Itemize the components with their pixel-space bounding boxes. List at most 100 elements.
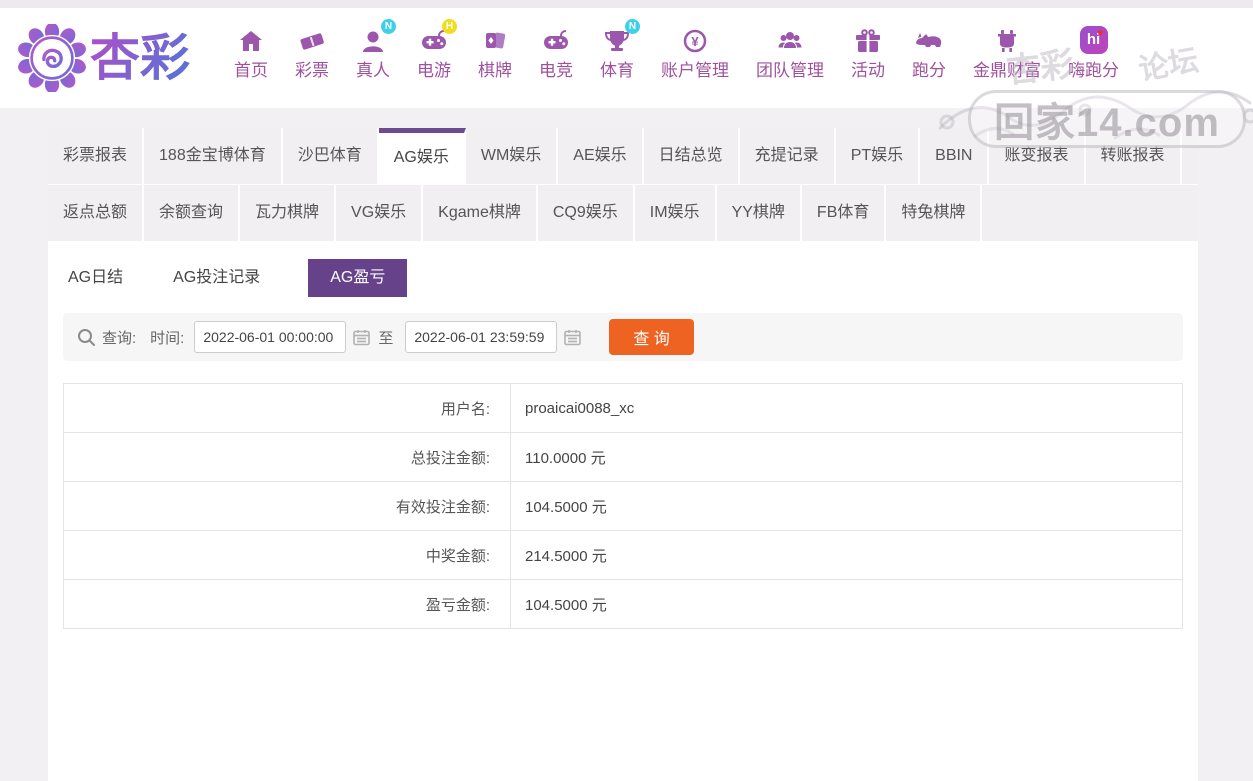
tab-daily-summary[interactable]: 日结总览 bbox=[644, 128, 740, 184]
nav-lottery[interactable]: 彩票 bbox=[295, 24, 329, 81]
team-icon bbox=[776, 24, 804, 54]
home-icon bbox=[237, 24, 265, 54]
tab-rebate-total[interactable]: 返点总额 bbox=[48, 185, 144, 241]
tab-ae-entertainment[interactable]: AE娱乐 bbox=[558, 128, 643, 184]
content-panel: AG日结 AG投注记录 AG盈亏 查询: 时间: bbox=[48, 241, 1198, 781]
subtab-ag-daily[interactable]: AG日结 bbox=[66, 259, 125, 297]
gamepad-icon: H bbox=[420, 24, 448, 54]
winning-amount-value: 214.5000 元 bbox=[511, 531, 1183, 580]
table-row: 用户名: proaicai0088_xc bbox=[64, 384, 1183, 433]
nav-jinding-wealth-label: 金鼎财富 bbox=[973, 56, 1041, 81]
tab-pt-entertainment[interactable]: PT娱乐 bbox=[836, 128, 920, 184]
tab-balance-query[interactable]: 余额查询 bbox=[144, 185, 240, 241]
nav-hipaofen[interactable]: hi 嗨跑分 bbox=[1068, 24, 1119, 81]
nav-account-management[interactable]: ¥ 账户管理 bbox=[661, 24, 729, 81]
tab-im-entertainment[interactable]: IM娱乐 bbox=[635, 185, 717, 241]
svg-text:¥: ¥ bbox=[691, 34, 699, 49]
date-to-input[interactable] bbox=[405, 321, 557, 353]
tab-deposit-withdraw-records[interactable]: 充提记录 bbox=[740, 128, 836, 184]
site-logo[interactable]: 杏彩 bbox=[18, 24, 212, 92]
username-value: proaicai0088_xc bbox=[511, 384, 1183, 433]
header: 杏彩 首页 彩票 bbox=[0, 8, 1253, 108]
cards-icon bbox=[481, 24, 509, 54]
nav-jinding-wealth[interactable]: 金鼎财富 bbox=[973, 24, 1041, 81]
table-row: 总投注金额: 110.0000 元 bbox=[64, 433, 1183, 482]
valid-bet-amount-value: 104.5000 元 bbox=[511, 482, 1183, 531]
tab-cq9-entertainment[interactable]: CQ9娱乐 bbox=[538, 185, 635, 241]
subtab-ag-bet-records[interactable]: AG投注记录 bbox=[171, 259, 262, 297]
tab-account-change-report[interactable]: 账变报表 bbox=[989, 128, 1085, 184]
profit-loss-amount-label: 盈亏金额: bbox=[64, 580, 511, 629]
nav-sports[interactable]: N 体育 bbox=[600, 24, 634, 81]
nav-paofen[interactable]: 跑分 bbox=[912, 24, 946, 81]
calendar-from-icon[interactable] bbox=[353, 329, 370, 346]
nav-sports-badge: N bbox=[625, 19, 640, 34]
report-tabs: 彩票报表 188金宝博体育 沙巴体育 AG娱乐 WM娱乐 AE娱乐 日结总览 充… bbox=[48, 128, 1198, 241]
nav-activity[interactable]: 活动 bbox=[851, 24, 885, 81]
query-button[interactable]: 查 询 bbox=[609, 319, 693, 355]
logo-flower-icon bbox=[18, 24, 86, 92]
tab-row-1: 彩票报表 188金宝博体育 沙巴体育 AG娱乐 WM娱乐 AE娱乐 日结总览 充… bbox=[48, 128, 1198, 185]
tab-saba-sports[interactable]: 沙巴体育 bbox=[283, 128, 379, 184]
hi-app-icon: hi bbox=[1080, 24, 1108, 54]
total-bet-amount-label: 总投注金额: bbox=[64, 433, 511, 482]
to-label: 至 bbox=[378, 327, 393, 348]
nav-home-label: 首页 bbox=[234, 56, 268, 81]
brand-text: 杏彩 bbox=[90, 29, 212, 87]
svg-text:杏彩: 杏彩 bbox=[90, 30, 190, 86]
tab-188jbb-sports[interactable]: 188金宝博体育 bbox=[144, 128, 283, 184]
nav-account-management-label: 账户管理 bbox=[661, 56, 729, 81]
top-strip bbox=[0, 0, 1253, 8]
tab-bbin[interactable]: BBIN bbox=[920, 128, 989, 184]
nav-home[interactable]: 首页 bbox=[234, 24, 268, 81]
tab-row-2: 返点总额 余额查询 瓦力棋牌 VG娱乐 Kgame棋牌 CQ9娱乐 IM娱乐 Y… bbox=[48, 185, 1198, 241]
nav-hipaofen-label: 嗨跑分 bbox=[1068, 56, 1119, 81]
tab-transfer-report[interactable]: 转账报表 bbox=[1086, 128, 1182, 184]
person-icon: N bbox=[359, 24, 387, 54]
nav-activity-label: 活动 bbox=[851, 56, 885, 81]
nav-egames-label: 电游 bbox=[417, 56, 451, 81]
gamepad-icon bbox=[542, 24, 570, 54]
nav-live[interactable]: N 真人 bbox=[356, 24, 390, 81]
profit-loss-amount-value: 104.5000 元 bbox=[511, 580, 1183, 629]
calendar-to-icon[interactable] bbox=[564, 329, 581, 346]
date-from-input[interactable] bbox=[194, 321, 346, 353]
search-bar: 查询: 时间: 至 bbox=[63, 313, 1183, 361]
tab-yy-chess[interactable]: YY棋牌 bbox=[717, 185, 802, 241]
nav-esports[interactable]: 电竞 bbox=[539, 24, 573, 81]
gift-icon bbox=[854, 24, 882, 54]
tab-ag-entertainment[interactable]: AG娱乐 bbox=[379, 128, 466, 184]
ticket-icon bbox=[298, 24, 326, 54]
red-dot bbox=[1098, 30, 1103, 35]
tab-tetu-chess[interactable]: 特兔棋牌 bbox=[886, 185, 982, 241]
coin-yen-icon: ¥ bbox=[681, 24, 709, 54]
nav-live-label: 真人 bbox=[356, 56, 390, 81]
nav-team-management-label: 团队管理 bbox=[756, 56, 824, 81]
table-row: 盈亏金额: 104.5000 元 bbox=[64, 580, 1183, 629]
nav-esports-label: 电竞 bbox=[539, 56, 573, 81]
rhino-icon bbox=[914, 24, 944, 54]
table-row: 有效投注金额: 104.5000 元 bbox=[64, 482, 1183, 531]
nav-chess-label: 棋牌 bbox=[478, 56, 512, 81]
trophy-icon: N bbox=[603, 24, 631, 54]
search-icon bbox=[77, 328, 96, 347]
nav-chess[interactable]: 棋牌 bbox=[478, 24, 512, 81]
ag-subtabs: AG日结 AG投注记录 AG盈亏 bbox=[48, 241, 1198, 297]
nav-team-management[interactable]: 团队管理 bbox=[756, 24, 824, 81]
tab-vg-entertainment[interactable]: VG娱乐 bbox=[336, 185, 423, 241]
tab-wali-chess[interactable]: 瓦力棋牌 bbox=[240, 185, 336, 241]
nav-sports-label: 体育 bbox=[600, 56, 634, 81]
page: 杏彩 首页 彩票 bbox=[0, 0, 1253, 781]
tab-fb-sports[interactable]: FB体育 bbox=[802, 185, 886, 241]
username-label: 用户名: bbox=[64, 384, 511, 433]
tab-kgame-chess[interactable]: Kgame棋牌 bbox=[423, 185, 538, 241]
tab-wm-entertainment[interactable]: WM娱乐 bbox=[466, 128, 558, 184]
query-label: 查询: bbox=[102, 327, 136, 348]
tab-lottery-report[interactable]: 彩票报表 bbox=[48, 128, 144, 184]
subtab-ag-profit-loss[interactable]: AG盈亏 bbox=[308, 259, 407, 297]
winning-amount-label: 中奖金额: bbox=[64, 531, 511, 580]
nav-paofen-label: 跑分 bbox=[912, 56, 946, 81]
nav-lottery-label: 彩票 bbox=[295, 56, 329, 81]
nav-egames[interactable]: H 电游 bbox=[417, 24, 451, 81]
nav-egames-badge: H bbox=[442, 19, 457, 34]
